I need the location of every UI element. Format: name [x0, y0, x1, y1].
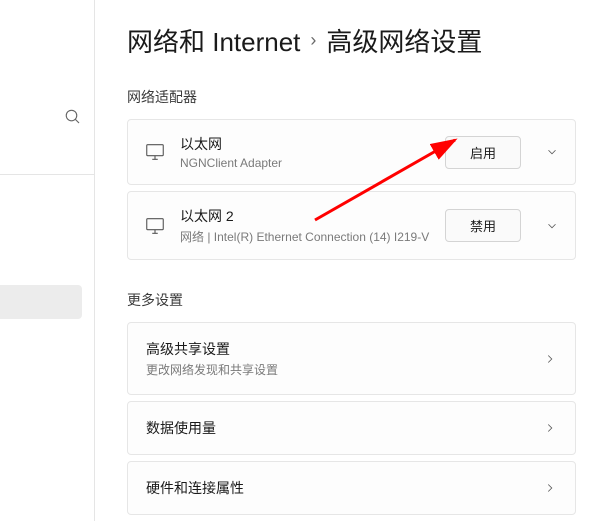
- chevron-right-icon: [543, 481, 557, 495]
- disable-button[interactable]: 禁用: [445, 209, 521, 242]
- adapter-name: 以太网 2: [180, 206, 431, 226]
- adapter-desc: 网络 | Intel(R) Ethernet Connection (14) I…: [180, 228, 431, 245]
- chevron-down-icon[interactable]: [545, 145, 559, 159]
- data-usage-row[interactable]: 数据使用量: [127, 401, 576, 455]
- more-section-title: 更多设置: [127, 290, 576, 310]
- adapters-section-title: 网络适配器: [127, 87, 576, 107]
- advanced-sharing-row[interactable]: 高级共享设置 更改网络发现和共享设置: [127, 322, 576, 395]
- settings-row-sub: 更改网络发现和共享设置: [146, 361, 278, 378]
- settings-row-title: 高级共享设置: [146, 339, 278, 359]
- adapter-name: 以太网: [180, 134, 431, 154]
- chevron-right-icon: [543, 421, 557, 435]
- adapter-row: 以太网 NGNClient Adapter 启用: [127, 119, 576, 185]
- search-icon: [64, 108, 82, 126]
- monitor-icon: [144, 215, 166, 237]
- hardware-props-row[interactable]: 硬件和连接属性: [127, 461, 576, 515]
- monitor-icon: [144, 141, 166, 163]
- enable-button[interactable]: 启用: [445, 136, 521, 169]
- breadcrumb-parent[interactable]: 网络和 Internet: [127, 22, 300, 59]
- search-button[interactable]: [64, 108, 82, 131]
- settings-row-title: 硬件和连接属性: [146, 478, 244, 498]
- main-content: 网络和 Internet › 高级网络设置 网络适配器 以太网 NGNClien…: [95, 0, 600, 521]
- breadcrumb: 网络和 Internet › 高级网络设置: [127, 22, 576, 59]
- settings-row-title: 数据使用量: [146, 418, 216, 438]
- chevron-right-icon: [543, 352, 557, 366]
- sidebar-divider: [0, 174, 94, 175]
- adapter-desc: NGNClient Adapter: [180, 156, 431, 170]
- chevron-right-icon: ›: [310, 30, 316, 51]
- chevron-down-icon[interactable]: [545, 219, 559, 233]
- sidebar-active-item[interactable]: [0, 285, 82, 319]
- sidebar: [0, 0, 95, 521]
- adapter-row: 以太网 2 网络 | Intel(R) Ethernet Connection …: [127, 191, 576, 260]
- breadcrumb-current: 高级网络设置: [326, 22, 482, 59]
